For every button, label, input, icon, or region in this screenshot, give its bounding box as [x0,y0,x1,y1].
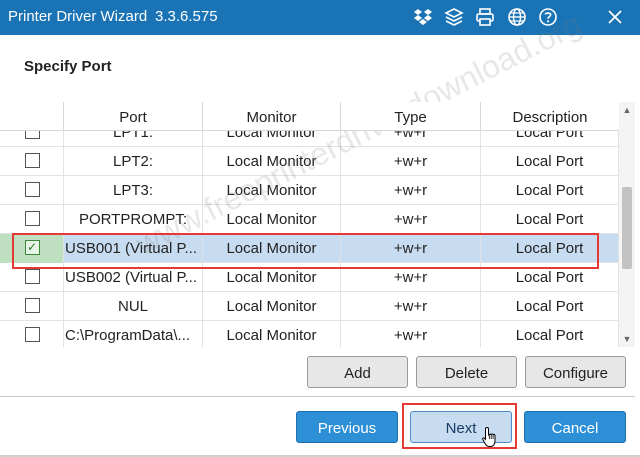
scroll-up-arrow-icon[interactable]: ▲ [619,102,635,118]
monitor-cell: Local Monitor [203,147,341,176]
layers-icon[interactable] [442,5,466,29]
hand-cursor-icon [482,426,496,447]
row-checkbox[interactable] [25,211,40,226]
delete-port-button[interactable]: Delete [416,356,517,388]
type-cell: +w+r [341,176,481,205]
table-scrollbar[interactable]: ▲ ▼ [619,102,635,347]
port-cell: C:\ProgramData\... [64,321,203,347]
row-checkbox[interactable] [25,182,40,197]
port-cell: LPT3: [64,176,203,205]
monitor-cell: Local Monitor [203,176,341,205]
row-checkbox[interactable] [25,269,40,284]
description-cell: Local Port [481,234,619,263]
type-cell: +w+r [341,205,481,234]
row-checkbox-checked[interactable]: ✓ [25,240,40,255]
previous-button[interactable]: Previous [296,411,398,443]
port-cell: USB002 (Virtual P... [64,263,203,292]
checkmark-icon: ✓ [27,240,38,254]
port-cell: LPT2: [64,147,203,176]
port-cell: USB001 (Virtual P... [64,234,203,263]
configure-port-button[interactable]: Configure [525,356,626,388]
description-cell: Local Port [481,263,619,292]
monitor-cell: Local Monitor [203,321,341,347]
row-checkbox[interactable] [25,327,40,342]
help-icon[interactable] [536,5,560,29]
type-cell: +w+r [341,292,481,321]
globe-icon[interactable] [505,5,529,29]
row-checkbox[interactable] [25,298,40,313]
port-table: LPT1: Local Monitor +w+r Local Port LPT2… [0,102,619,347]
printer-driver-wizard-window: Printer Driver Wizard 3.3.6.575 Specify … [0,0,640,457]
table-row[interactable]: LPT2: Local Monitor +w+r Local Port [0,147,619,176]
close-icon[interactable] [603,5,627,29]
type-cell: +w+r [341,321,481,347]
checkbox-column-header[interactable] [0,102,64,131]
monitor-cell: Local Monitor [203,263,341,292]
description-cell: Local Port [481,292,619,321]
add-port-button[interactable]: Add [307,356,408,388]
monitor-cell: Local Monitor [203,292,341,321]
scroll-down-arrow-icon[interactable]: ▼ [619,331,635,347]
table-row[interactable]: PORTPROMPT: Local Monitor +w+r Local Por… [0,205,619,234]
page-title: Specify Port [24,58,112,75]
port-table-body: LPT1: Local Monitor +w+r Local Port LPT2… [0,118,619,347]
type-cell: +w+r [341,234,481,263]
description-cell: Local Port [481,147,619,176]
monitor-column-header[interactable]: Monitor [203,102,341,131]
type-cell: +w+r [341,147,481,176]
table-header: Port Monitor Type Description [0,102,619,131]
port-cell: NUL [64,292,203,321]
title-bar: Printer Driver Wizard 3.3.6.575 [0,0,640,35]
port-cell: PORTPROMPT: [64,205,203,234]
cancel-button[interactable]: Cancel [524,411,626,443]
table-row[interactable]: LPT3: Local Monitor +w+r Local Port [0,176,619,205]
type-cell: +w+r [341,263,481,292]
window-title: Printer Driver Wizard [8,8,148,25]
description-cell: Local Port [481,176,619,205]
table-row[interactable]: NUL Local Monitor +w+r Local Port [0,292,619,321]
printer-icon[interactable] [473,5,497,29]
monitor-cell: Local Monitor [203,234,341,263]
table-row-selected[interactable]: ✓ USB001 (Virtual P... Local Monitor +w+… [0,234,619,263]
version-label: 3.3.6.575 [155,8,218,25]
description-column-header[interactable]: Description [481,102,619,131]
table-row[interactable]: USB002 (Virtual P... Local Monitor +w+r … [0,263,619,292]
row-checkbox[interactable] [25,153,40,168]
table-row[interactable]: C:\ProgramData\... Local Monitor +w+r Lo… [0,321,619,347]
type-column-header[interactable]: Type [341,102,481,131]
port-column-header[interactable]: Port [64,102,203,131]
description-cell: Local Port [481,321,619,347]
dropbox-icon[interactable] [411,5,435,29]
monitor-cell: Local Monitor [203,205,341,234]
description-cell: Local Port [481,205,619,234]
scrollbar-thumb[interactable] [622,187,632,269]
